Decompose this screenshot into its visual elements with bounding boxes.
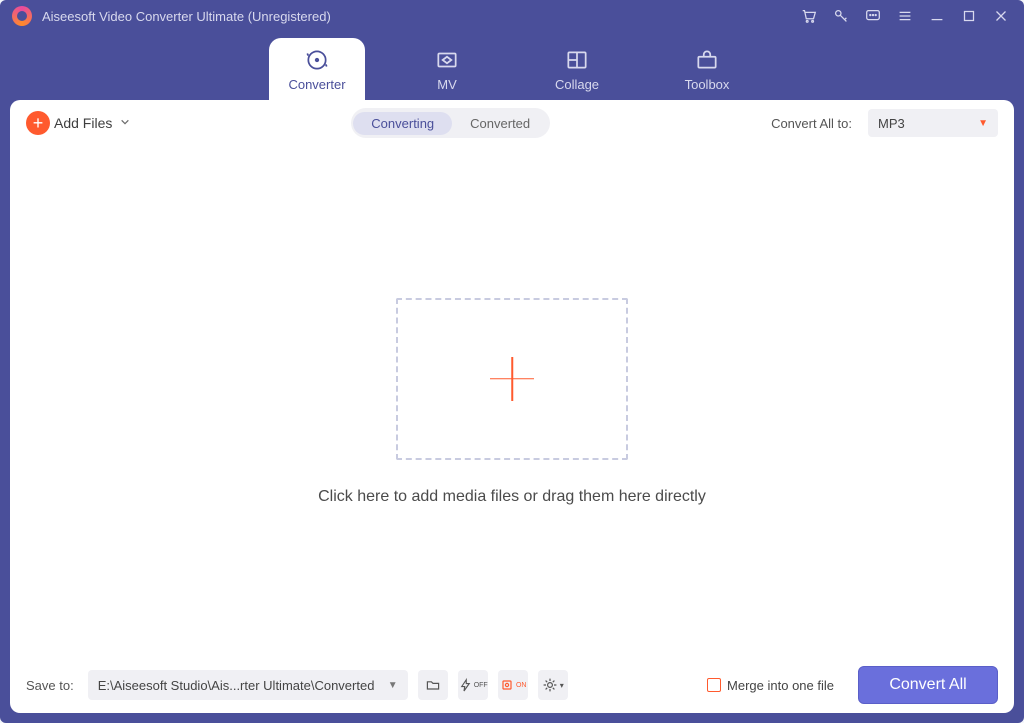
- tab-label: MV: [437, 77, 457, 92]
- status-segment: Converting Converted: [351, 108, 550, 138]
- checkbox-icon: [707, 678, 721, 692]
- tab-label: Toolbox: [685, 77, 730, 92]
- bottom-bar: Save to: E:\Aiseesoft Studio\Ais...rter …: [10, 657, 1014, 713]
- app-logo-icon: [12, 6, 32, 26]
- menu-icon[interactable]: [896, 7, 914, 25]
- drop-zone[interactable]: [396, 298, 628, 460]
- titlebar-title: Aiseesoft Video Converter Ultimate (Unre…: [42, 9, 331, 24]
- save-to-label: Save to:: [26, 678, 74, 693]
- cart-icon[interactable]: [800, 7, 818, 25]
- maximize-icon[interactable]: [960, 7, 978, 25]
- tab-toolbox[interactable]: Toolbox: [659, 38, 755, 100]
- drop-hint: Click here to add media files or drag th…: [318, 488, 706, 506]
- convert-all-to-label: Convert All to:: [771, 116, 852, 131]
- tab-label: Converter: [288, 77, 345, 92]
- chevron-down-icon: ▼: [380, 680, 398, 691]
- format-dropdown[interactable]: MP3 ▼: [868, 109, 998, 137]
- tab-mv[interactable]: MV: [399, 38, 495, 100]
- save-path-value: E:\Aiseesoft Studio\Ais...rter Ultimate\…: [98, 678, 375, 693]
- plus-icon: [490, 357, 534, 401]
- chevron-down-icon: [120, 114, 130, 132]
- titlebar: Aiseesoft Video Converter Ultimate (Unre…: [0, 0, 1024, 32]
- drop-stage: Click here to add media files or drag th…: [10, 146, 1014, 657]
- app-window: Aiseesoft Video Converter Ultimate (Unre…: [0, 0, 1024, 723]
- close-icon[interactable]: [992, 7, 1010, 25]
- tab-label: Collage: [555, 77, 599, 92]
- main-nav: Converter MV Collage Toolbox: [0, 32, 1024, 100]
- gpu-accel-button[interactable]: ON: [498, 670, 528, 700]
- settings-button[interactable]: ▾: [538, 670, 568, 700]
- format-selected: MP3: [878, 116, 905, 131]
- toolbar: + Add Files Converting Converted Convert…: [10, 100, 1014, 146]
- tab-converter[interactable]: Converter: [269, 38, 365, 100]
- chevron-down-icon: ▼: [978, 118, 988, 129]
- open-folder-button[interactable]: [418, 670, 448, 700]
- plus-icon: +: [26, 111, 50, 135]
- tab-collage[interactable]: Collage: [529, 38, 625, 100]
- segment-converted[interactable]: Converted: [452, 112, 548, 135]
- add-files-button[interactable]: + Add Files: [26, 111, 130, 135]
- feedback-icon[interactable]: [864, 7, 882, 25]
- merge-checkbox[interactable]: Merge into one file: [707, 678, 834, 693]
- convert-all-button[interactable]: Convert All: [858, 666, 998, 704]
- key-icon[interactable]: [832, 7, 850, 25]
- main-panel: + Add Files Converting Converted Convert…: [10, 100, 1014, 713]
- hardware-accel-button[interactable]: OFF: [458, 670, 488, 700]
- merge-label: Merge into one file: [727, 678, 834, 693]
- minimize-icon[interactable]: [928, 7, 946, 25]
- save-path-dropdown[interactable]: E:\Aiseesoft Studio\Ais...rter Ultimate\…: [88, 670, 408, 700]
- add-files-label: Add Files: [54, 115, 112, 131]
- segment-converting[interactable]: Converting: [353, 112, 452, 135]
- convert-all-label: Convert All: [889, 676, 966, 694]
